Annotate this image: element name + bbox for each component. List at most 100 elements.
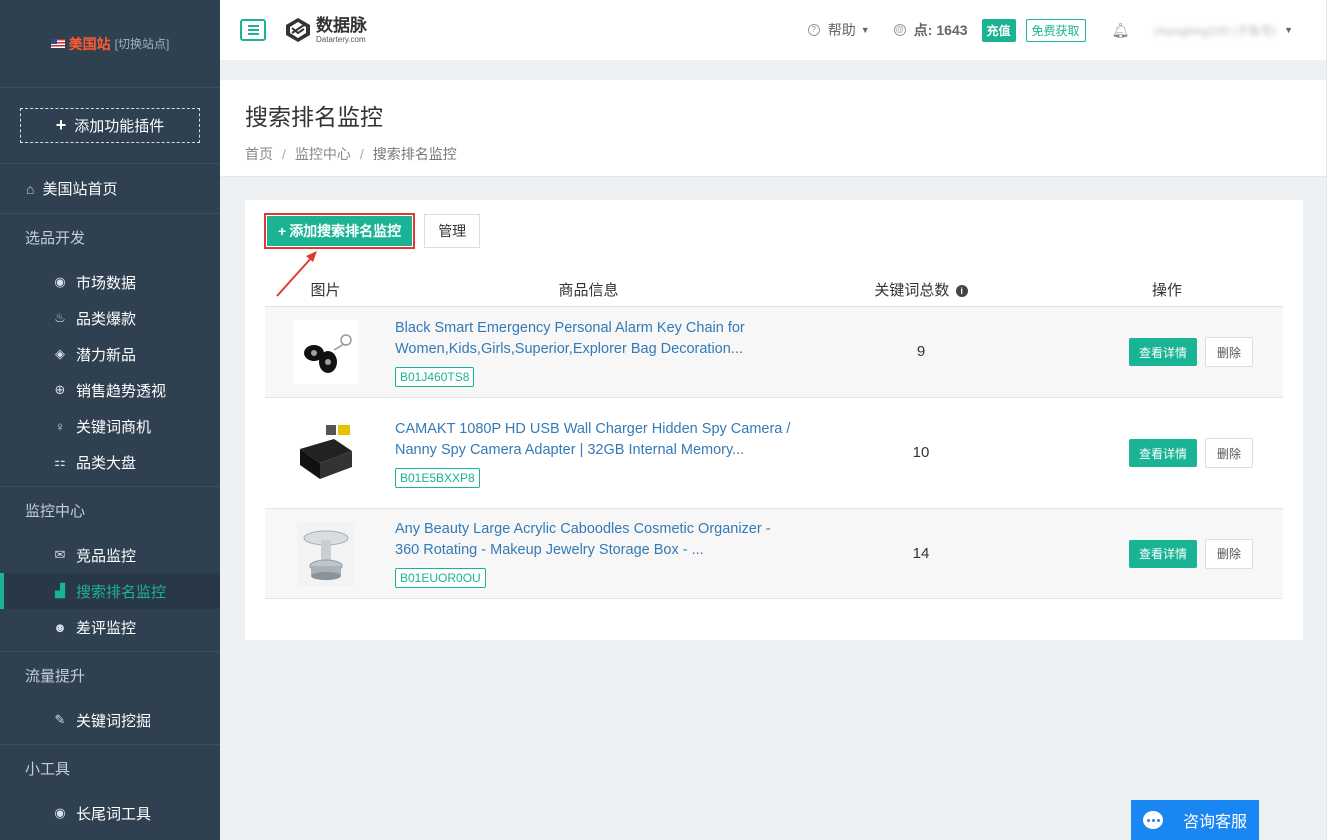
site-name: 美国站 bbox=[68, 35, 111, 52]
nav-section-title: 选品开发 bbox=[25, 230, 86, 247]
info-icon[interactable]: i bbox=[955, 285, 968, 297]
view-details-button[interactable]: 查看详情 bbox=[1128, 539, 1197, 568]
user-icon: ☻ bbox=[53, 619, 67, 635]
asin-badge[interactable]: B01EUOR0OU bbox=[395, 568, 486, 588]
nav-section-monitor: 监控中心 ✉ 竞品监控 ▟ 搜索排名监控 ☻ 差评监控 bbox=[0, 487, 220, 652]
points-label: 点: bbox=[913, 22, 933, 38]
sidebar-item-label: 搜索排名监控 bbox=[76, 583, 167, 601]
site-switcher[interactable]: 美国站 [切换站点] bbox=[0, 0, 220, 88]
logo-domain: Datartery.com bbox=[316, 34, 366, 44]
add-button-label: 添加搜索排名监控 bbox=[289, 223, 402, 239]
nav-section-tools: 小工具 ◉ 长尾词工具 bbox=[0, 745, 220, 837]
product-image[interactable] bbox=[293, 421, 358, 485]
points-value: 1643 bbox=[936, 22, 968, 38]
table-row: CAMAKT 1080P HD USB Wall Charger Hidden … bbox=[265, 398, 1283, 509]
sidebar-item-label: 竞品监控 bbox=[76, 547, 137, 565]
highlight-box: + 添加搜索排名监控 bbox=[264, 213, 416, 249]
product-title-link[interactable]: Black Smart Emergency Personal Alarm Key… bbox=[395, 318, 791, 360]
sidebar-item-category-hot[interactable]: ♨ 品类爆款 bbox=[0, 300, 220, 336]
question-icon: ? bbox=[807, 24, 820, 36]
delete-button[interactable]: 删除 bbox=[1205, 438, 1254, 468]
sidebar-item-category-overview[interactable]: ⚏ 品类大盘 bbox=[0, 444, 220, 480]
asin-badge[interactable]: B01J460TS8 bbox=[395, 366, 475, 387]
add-search-rank-monitor-button[interactable]: + 添加搜索排名监控 bbox=[267, 216, 413, 246]
bulb-icon: ♀ bbox=[55, 418, 65, 434]
breadcrumb-current: 搜索排名监控 bbox=[372, 146, 457, 162]
delete-button[interactable]: 删除 bbox=[1205, 337, 1254, 367]
recharge-button[interactable]: 充值 bbox=[981, 18, 1016, 42]
sidebar-item-keyword-opportunity[interactable]: ♀ 关键词商机 bbox=[0, 408, 220, 444]
breadcrumb-home[interactable]: 首页 bbox=[245, 146, 273, 162]
product-image[interactable] bbox=[296, 521, 355, 586]
header-image: 图片 bbox=[310, 282, 341, 299]
product-image[interactable] bbox=[293, 320, 358, 384]
sidebar-item-review-monitor[interactable]: ☻ 差评监控 bbox=[0, 609, 220, 645]
help-label: 帮助 bbox=[827, 22, 856, 38]
sidebar-item-keyword-mining[interactable]: ✎ 关键词挖掘 bbox=[0, 702, 220, 738]
logo-text: 数据脉 bbox=[316, 15, 367, 35]
sidebar: 美国站 [切换站点] + 添加功能插件 ⌂ 美国站首页 选品开发 ◉ 市场数据 ♨… bbox=[0, 0, 220, 840]
header-keywords-label: 关键词总数 bbox=[874, 282, 950, 299]
sidebar-item-label: 品类大盘 bbox=[76, 454, 137, 472]
help-dropdown[interactable]: ? 帮助 ▼ bbox=[807, 20, 870, 40]
target-icon: ⊕ bbox=[54, 382, 66, 397]
points-icon: @ bbox=[893, 24, 906, 36]
logo[interactable]: 数据脉 Datartery.com bbox=[284, 16, 367, 44]
customer-service-button[interactable]: 咨询客服 bbox=[1131, 800, 1259, 840]
page-heading: 搜索排名监控 首页 / 监控中心 / 搜索排名监控 bbox=[220, 80, 1326, 177]
customer-service-label: 咨询客服 bbox=[1183, 814, 1248, 831]
manage-button[interactable]: 管理 bbox=[424, 214, 481, 248]
sidebar-item-sales-trend[interactable]: ⊕ 销售趋势透视 bbox=[0, 372, 220, 408]
add-plugin-label: 添加功能插件 bbox=[74, 118, 165, 135]
breadcrumb: 首页 / 监控中心 / 搜索排名监控 bbox=[245, 146, 457, 162]
home-icon: ⌂ bbox=[26, 180, 35, 197]
asin-badge[interactable]: B01E5BXXP8 bbox=[395, 467, 480, 488]
username[interactable]: changbing100 (子账号) bbox=[1153, 22, 1276, 39]
sidebar-item-search-rank-monitor[interactable]: ▟ 搜索排名监控 bbox=[0, 573, 220, 609]
breadcrumb-monitor[interactable]: 监控中心 bbox=[295, 146, 351, 162]
sidebar-item-label: 品类爆款 bbox=[76, 310, 137, 328]
sidebar-item-label: 关键词商机 bbox=[76, 418, 152, 436]
sidebar-item-competitor-monitor[interactable]: ✉ 竞品监控 bbox=[0, 537, 220, 573]
top-navbar: 数据脉 Datartery.com ? 帮助 ▼ @ 点: 1643 充值 免费… bbox=[220, 0, 1331, 60]
sidebar-item-market-data[interactable]: ◉ 市场数据 bbox=[0, 264, 220, 300]
free-get-button[interactable]: 免费获取 bbox=[1025, 18, 1086, 42]
content-panel: + 添加搜索排名监控 管理 图片 商品信息 关键词总数 i 操作 Black S… bbox=[245, 200, 1303, 640]
sidebar-item-label: 销售趋势透视 bbox=[76, 382, 167, 400]
header-keywords: 关键词总数 i bbox=[791, 279, 1051, 300]
sidebar-item-longtail-tool[interactable]: ◉ 长尾词工具 bbox=[0, 795, 220, 831]
tag-icon: ◈ bbox=[55, 346, 65, 361]
globe-icon: ◉ bbox=[54, 274, 66, 289]
points-display: @ 点: 1643 bbox=[893, 20, 968, 40]
bell-icon[interactable]: 🔔︎ bbox=[1112, 22, 1130, 39]
table-header: 图片 商品信息 关键词总数 i 操作 bbox=[265, 273, 1283, 307]
us-flag-icon bbox=[50, 39, 65, 48]
bar-chart-icon: ▟ bbox=[55, 583, 65, 598]
table-row: Any Beauty Large Acrylic Caboodles Cosme… bbox=[265, 509, 1283, 599]
delete-button[interactable]: 删除 bbox=[1205, 538, 1254, 569]
plus-icon: + bbox=[278, 223, 287, 239]
table-row: Black Smart Emergency Personal Alarm Key… bbox=[265, 307, 1283, 398]
fire-icon: ♨ bbox=[54, 310, 66, 325]
sidebar-item-potential-new[interactable]: ◈ 潜力新品 bbox=[0, 336, 220, 372]
view-details-button[interactable]: 查看详情 bbox=[1128, 439, 1197, 467]
sidebar-item-label: 美国站首页 bbox=[42, 181, 118, 198]
toolbar: + 添加搜索排名监控 管理 bbox=[264, 213, 481, 249]
globe-icon: ◉ bbox=[54, 805, 66, 820]
product-thumbnail bbox=[299, 425, 352, 479]
menu-toggle-button[interactable] bbox=[240, 19, 266, 41]
caret-down-icon: ▼ bbox=[860, 25, 870, 35]
scrollbar-track[interactable] bbox=[1326, 0, 1331, 840]
product-title-link[interactable]: Any Beauty Large Acrylic Caboodles Cosme… bbox=[395, 519, 791, 561]
view-details-button[interactable]: 查看详情 bbox=[1128, 338, 1197, 366]
add-plugin-button[interactable]: + 添加功能插件 bbox=[20, 108, 200, 143]
product-title-link[interactable]: CAMAKT 1080P HD USB Wall Charger Hidden … bbox=[395, 419, 791, 461]
chat-icon bbox=[1143, 811, 1163, 829]
nav-section-title: 流量提升 bbox=[25, 668, 86, 685]
product-thumbnail bbox=[296, 521, 355, 586]
grid-icon: ⚏ bbox=[54, 454, 66, 469]
switch-site-link[interactable]: [切换站点] bbox=[115, 35, 170, 52]
plus-icon: + bbox=[55, 115, 67, 135]
caret-down-icon[interactable]: ▼ bbox=[1284, 25, 1293, 35]
sidebar-item-home[interactable]: ⌂ 美国站首页 bbox=[0, 164, 220, 214]
